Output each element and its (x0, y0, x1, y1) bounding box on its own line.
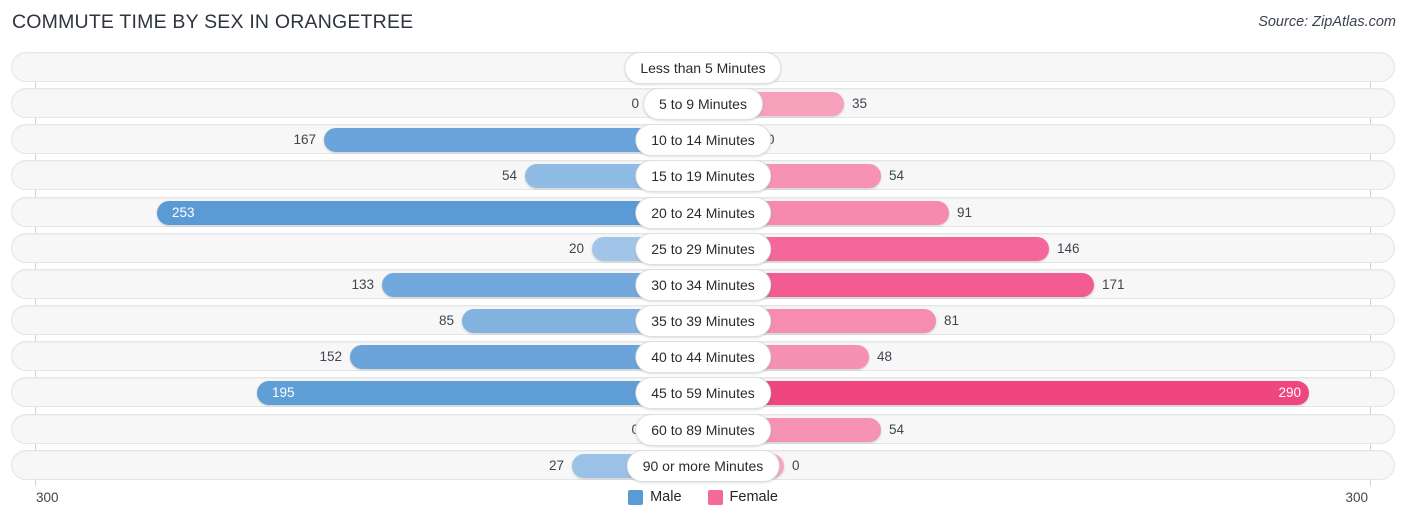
value-label-female: 81 (944, 313, 960, 329)
table-row[interactable]: 85 81 35 to 39 Minutes (11, 305, 1395, 338)
value-label-male: 0 (579, 415, 639, 445)
value-label-male: 253 (172, 204, 195, 220)
category-label: 35 to 39 Minutes (635, 305, 771, 338)
table-row[interactable]: 152 48 40 to 44 Minutes (11, 341, 1395, 374)
category-label: 15 to 19 Minutes (635, 160, 771, 193)
value-label-female: 0 (767, 125, 827, 155)
bar-female (704, 381, 1309, 406)
legend-swatch-icon (707, 489, 723, 505)
table-row[interactable]: 167 010 to 14 Minutes (11, 124, 1395, 157)
legend-item-label: Female (729, 489, 778, 505)
value-label-female: 146 (1057, 240, 1080, 256)
value-label-male: 152 (319, 349, 342, 365)
legend-swatch-icon (628, 489, 644, 505)
chart-legend: Male Female (0, 489, 1406, 505)
table-row[interactable]: 0 35 5 to 9 Minutes (11, 88, 1395, 121)
value-label-female: 48 (877, 349, 893, 365)
chart-page: COMMUTE TIME BY SEX IN ORANGETREE Source… (0, 0, 1406, 523)
category-label: 20 to 24 Minutes (635, 196, 771, 229)
source-attribution: Source: ZipAtlas.com (1258, 14, 1396, 30)
page-title: COMMUTE TIME BY SEX IN ORANGETREE (12, 11, 414, 33)
category-label: 60 to 89 Minutes (635, 413, 771, 446)
category-label: 25 to 29 Minutes (635, 232, 771, 265)
category-label: 30 to 34 Minutes (635, 268, 771, 301)
table-row[interactable]: 00Less than 5 Minutes (11, 52, 1395, 84)
value-label-male: 20 (568, 240, 584, 256)
value-label-male: 0 (631, 96, 639, 112)
value-label-male: 195 (272, 385, 295, 401)
category-label: 40 to 44 Minutes (635, 341, 771, 374)
value-label-male: 54 (501, 168, 517, 184)
value-label-male: 167 (293, 132, 316, 148)
category-label: Less than 5 Minutes (624, 52, 782, 84)
value-label-female: 0 (792, 457, 800, 473)
value-label-female: 171 (1102, 276, 1125, 292)
table-row[interactable]: 54 54 15 to 19 Minutes (11, 160, 1395, 193)
value-label-male: 27 (548, 457, 564, 473)
legend-item-label: Male (650, 489, 682, 505)
value-label-female: 54 (889, 421, 905, 437)
legend-item-male[interactable]: Male (628, 489, 682, 505)
chart-footer: 300 300 Male Female (0, 486, 1406, 523)
category-label: 5 to 9 Minutes (643, 88, 763, 121)
category-label: 90 or more Minutes (626, 449, 780, 482)
category-label: 45 to 59 Minutes (635, 377, 771, 410)
value-label-male: 133 (351, 276, 374, 292)
chart-header: COMMUTE TIME BY SEX IN ORANGETREE Source… (0, 0, 1406, 46)
value-label-male: 85 (438, 313, 454, 329)
table-row[interactable]: 0 54 60 to 89 Minutes (11, 413, 1395, 446)
chart-rows: 00Less than 5 Minutes0355 to 9 Minutes16… (11, 52, 1395, 482)
value-label-female: 35 (852, 96, 868, 112)
table-row[interactable]: 253 91 20 to 24 Minutes (11, 196, 1395, 229)
table-row[interactable]: 195 290 45 to 59 Minutes (11, 377, 1395, 410)
legend-item-female[interactable]: Female (707, 489, 778, 505)
value-label-female: 290 (1278, 385, 1301, 401)
table-row[interactable]: 20 146 25 to 29 Minutes (11, 232, 1395, 265)
category-label: 10 to 14 Minutes (635, 124, 771, 157)
value-label-female: 91 (957, 204, 973, 220)
chart-plot-area: 00Less than 5 Minutes0355 to 9 Minutes16… (11, 52, 1395, 486)
table-row[interactable]: 133 171 30 to 34 Minutes (11, 268, 1395, 301)
value-label-female: 54 (889, 168, 905, 184)
table-row[interactable]: 27 0 90 or more Minutes (11, 449, 1395, 482)
bar-male (157, 200, 702, 225)
